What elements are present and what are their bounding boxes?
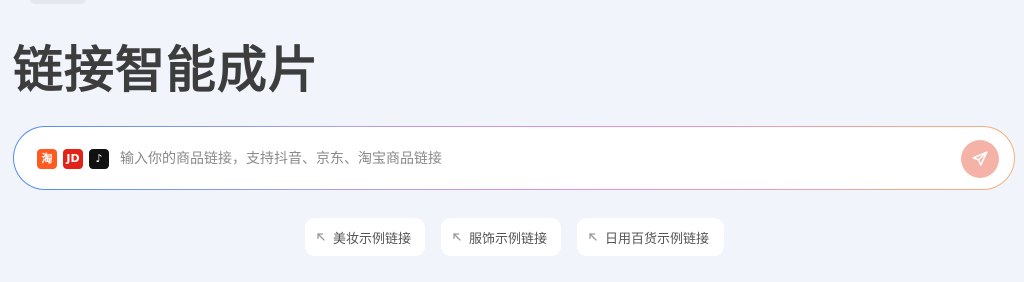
example-chip-label: 日用百货示例链接: [605, 231, 710, 247]
product-link-input[interactable]: [120, 143, 940, 175]
example-chip-makeup[interactable]: 美妆示例链接: [305, 218, 425, 256]
douyin-icon: ♪: [89, 149, 109, 169]
page-title: 链接智能成片: [13, 41, 319, 99]
example-chip-label: 服饰示例链接: [469, 231, 548, 247]
jd-icon: JD: [63, 149, 83, 169]
taobao-icon: 淘: [37, 149, 57, 169]
arrow-up-left-icon: [587, 231, 599, 243]
example-chip-clothing[interactable]: 服饰示例链接: [441, 218, 561, 256]
example-chip-label: 美妆示例链接: [333, 231, 412, 247]
arrow-up-left-icon: [315, 231, 327, 243]
example-chip-daily-goods[interactable]: 日用百货示例链接: [577, 218, 724, 256]
search-bar-inner: 淘 JD ♪: [14, 127, 1014, 189]
send-button[interactable]: [961, 140, 999, 178]
search-bar: 淘 JD ♪: [13, 126, 1015, 190]
paper-plane-icon: [972, 151, 988, 166]
top-tab-stub: [30, 0, 86, 4]
arrow-up-left-icon: [451, 231, 463, 243]
